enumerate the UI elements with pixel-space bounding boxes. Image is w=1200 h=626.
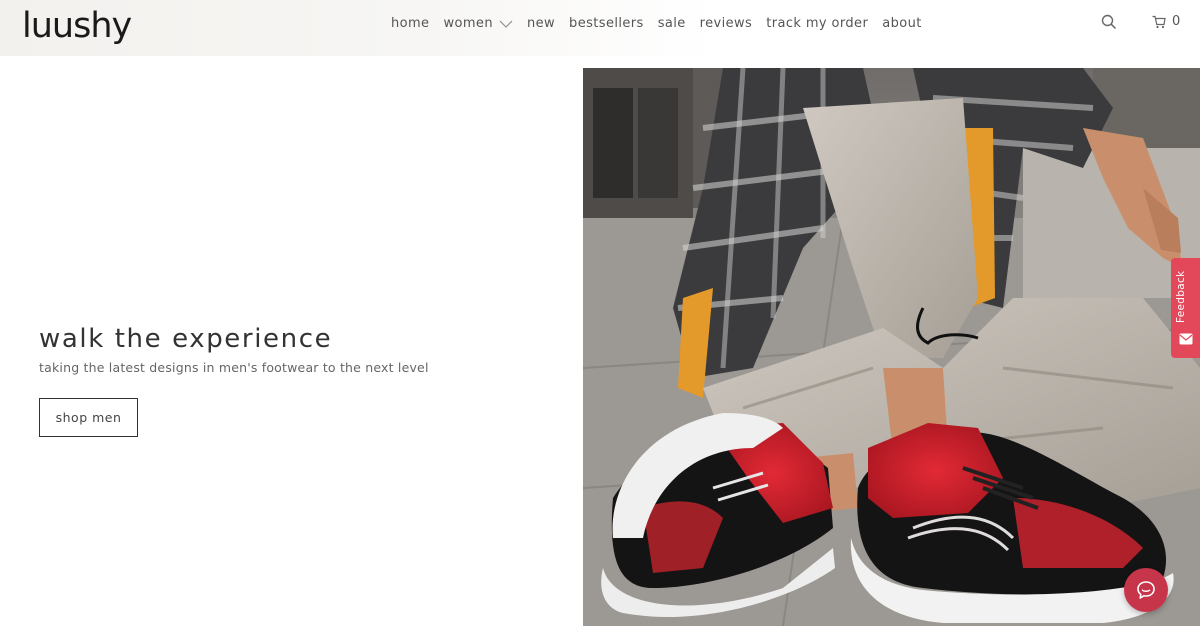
hero-subtitle: taking the latest designs in men's footw… <box>39 360 429 375</box>
cart-icon <box>1152 15 1166 28</box>
nav-item-label: sale <box>657 16 686 31</box>
nav-item-about[interactable]: about <box>882 16 922 31</box>
hero-image <box>583 68 1200 626</box>
nav-item-label: new <box>526 16 556 31</box>
nav-item-sale[interactable]: sale <box>658 16 686 31</box>
nav-item-women[interactable]: women <box>443 16 513 31</box>
nav-item-label: bestsellers <box>569 16 644 31</box>
chat-icon <box>1137 581 1155 599</box>
mail-icon <box>1179 333 1193 345</box>
nav-item-new[interactable]: new <box>527 16 555 31</box>
brand-logo[interactable]: luushy <box>22 6 132 46</box>
cart-count: 0 <box>1172 14 1181 29</box>
chat-button[interactable] <box>1124 568 1168 612</box>
search-button[interactable] <box>1101 14 1119 32</box>
nav-item-bestsellers[interactable]: bestsellers <box>569 16 644 31</box>
nav-item-label: about <box>882 16 922 31</box>
nav-item-track-my-order[interactable]: track my order <box>766 16 868 31</box>
nav-item-label: women <box>443 16 493 31</box>
feedback-tab[interactable]: Feedback <box>1171 258 1200 358</box>
nav-item-label: track my order <box>766 16 869 31</box>
chevron-down-icon <box>499 20 513 28</box>
site-header: luushy home women new bestsellers sale r… <box>0 0 1200 56</box>
main-nav: home women new bestsellers sale reviews … <box>391 16 936 31</box>
nav-item-label: home <box>391 16 430 31</box>
nav-item-home[interactable]: home <box>391 16 429 31</box>
hero-photo-illustration <box>583 68 1200 626</box>
hero-title: walk the experience <box>39 324 333 355</box>
cart-button[interactable]: 0 <box>1152 14 1180 29</box>
search-icon <box>1101 14 1117 30</box>
feedback-label: Feedback <box>1175 270 1187 324</box>
nav-item-reviews[interactable]: reviews <box>700 16 753 31</box>
shop-men-button[interactable]: shop men <box>39 398 138 437</box>
nav-item-label: reviews <box>699 16 753 31</box>
